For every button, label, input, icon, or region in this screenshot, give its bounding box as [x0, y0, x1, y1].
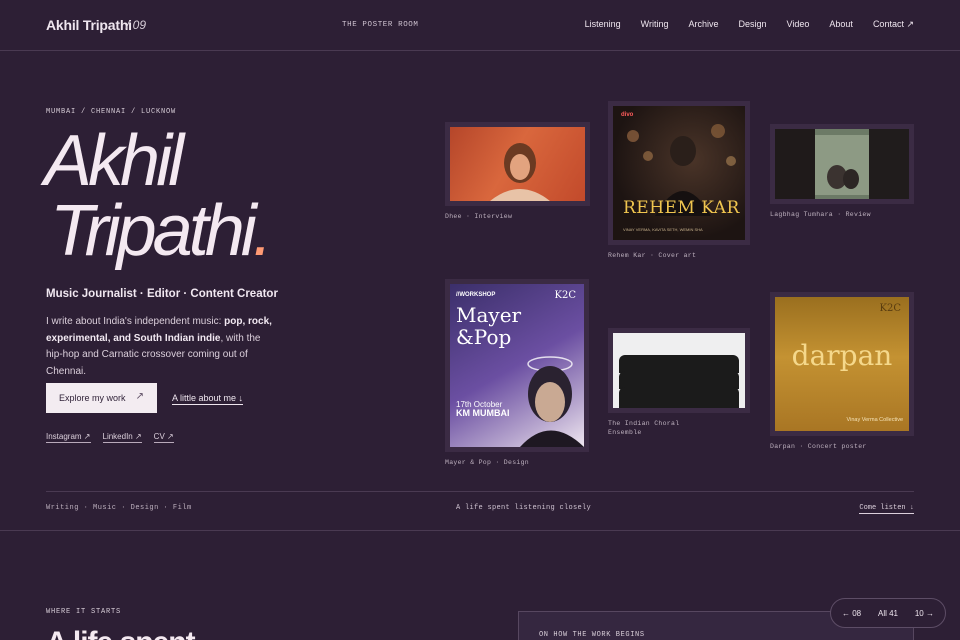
next-page-button[interactable]: 10 →	[915, 609, 934, 618]
nav-video[interactable]: Video	[787, 19, 810, 30]
portrait-illustration	[490, 143, 550, 201]
nav-about[interactable]: About	[829, 19, 853, 30]
poster-lagbhag-caption: Lagbhag Tumhara · Review	[770, 211, 871, 218]
nav-design[interactable]: Design	[739, 19, 767, 30]
hero-name-line1: Akhil	[44, 121, 184, 201]
mayer-pop-date: 17th October KM MUMBAI	[456, 400, 510, 418]
poster-lagbhag-tumhara[interactable]	[770, 124, 914, 204]
poster-choral-caption: The Indian Choral Ensemble	[608, 420, 680, 436]
choir-row-front	[619, 387, 739, 408]
poster-choral-ensemble-image	[613, 333, 745, 408]
arrow-up-right-icon: ↗	[135, 391, 144, 402]
poster-darpan[interactable]: K2C darpan Vinay Verma Collective	[770, 292, 914, 436]
poster-choral-ensemble[interactable]	[608, 328, 750, 413]
divider	[0, 530, 960, 531]
rehem-kar-title: REHEM KAR	[623, 198, 740, 218]
poster-dhee-caption: Dhee · Interview	[445, 213, 513, 220]
doorway-illustration	[815, 135, 869, 195]
hero-location: MUMBAI / CHENNAI / LUCKNOW	[46, 108, 177, 116]
section-eyebrow: WHERE IT STARTS	[46, 608, 122, 616]
hero-name-dot: .	[252, 191, 273, 271]
come-listen-link[interactable]: Come listen ↓	[859, 504, 914, 514]
brand-name[interactable]: Akhil Tripathi	[46, 17, 132, 33]
explore-work-button[interactable]: Explore my work ↗	[46, 383, 157, 413]
poster-pager: ← 08 All 41 10 →	[830, 598, 946, 628]
explore-work-label: Explore my work	[59, 393, 126, 403]
poster-mayer-caption: Mayer & Pop · Design	[445, 459, 530, 466]
panel-label: ON HOW THE WORK BEGINS	[539, 631, 645, 639]
poster-mayer-pop[interactable]: //WORKSHOP K2C Mayer &Pop 17th October K…	[445, 279, 589, 452]
divider	[46, 491, 914, 492]
poster-rehem-kar-image: divo REHEM KAR VINAY VERMA, KAVITA SETH,…	[613, 106, 745, 240]
nav-writing[interactable]: Writing	[641, 19, 669, 30]
hero-name: Akhil Tripathi.	[44, 125, 273, 267]
darpan-title: darpan	[791, 339, 893, 372]
poster-dhee[interactable]	[445, 122, 590, 206]
rehem-kar-credits: VINAY VERMA, KAVITA SETH, WEMIN SHA	[623, 227, 703, 232]
about-me-link[interactable]: A little about me ↓	[172, 393, 244, 405]
divo-logo: divo	[621, 112, 634, 118]
cv-link[interactable]: CV ↗	[153, 432, 174, 443]
poster-darpan-image: K2C darpan Vinay Verma Collective	[775, 297, 909, 431]
musician-portrait-illustration	[520, 356, 584, 447]
poster-lagbhag-tumhara-image	[775, 129, 909, 199]
k2c-logo-darpan: K2C	[879, 303, 901, 314]
strip-tagline: A life spent listening closely	[456, 504, 592, 512]
hero-name-line2-wrap: Tripathi.	[44, 195, 273, 267]
nav-listening[interactable]: Listening	[585, 19, 621, 30]
brand-number: / 09	[126, 18, 147, 32]
section-heading: A life spent	[46, 626, 196, 640]
instagram-link[interactable]: Instagram ↗	[46, 432, 91, 443]
linkedin-link[interactable]: LinkedIn ↗	[102, 432, 142, 443]
mayer-place-line: KM MUMBAI	[456, 408, 510, 418]
site-header: Akhil Tripathi / 09 THE POSTER ROOM List…	[0, 0, 960, 51]
poster-rehem-kar-caption: Rehem Kar · Cover art	[608, 252, 697, 259]
hero-bio: I write about India's independent music:…	[46, 314, 276, 380]
poster-dhee-image	[450, 127, 585, 201]
prev-page-button[interactable]: ← 08	[842, 609, 861, 618]
social-links: Instagram ↗ LinkedIn ↗ CV ↗	[46, 432, 174, 443]
poster-mayer-pop-image: //WORKSHOP K2C Mayer &Pop 17th October K…	[450, 284, 584, 447]
nav-archive[interactable]: Archive	[689, 19, 719, 30]
category-list: Writing · Music · Design · Film	[46, 504, 192, 512]
bio-prefix: I write about India's independent music:	[46, 316, 225, 327]
all-pages-button[interactable]: All 41	[878, 609, 898, 618]
hero-name-line2: Tripathi	[50, 191, 257, 271]
bokeh-illustration	[627, 124, 736, 216]
poster-darpan-caption: Darpan · Concert poster	[770, 443, 867, 450]
poster-rehem-kar[interactable]: divo REHEM KAR VINAY VERMA, KAVITA SETH,…	[608, 101, 750, 245]
hero-role: Music Journalist · Editor · Content Crea…	[46, 288, 278, 300]
nav-contact[interactable]: Contact ↗	[873, 19, 914, 30]
section-title: THE POSTER ROOM	[342, 21, 419, 29]
darpan-credit: Vinay Verma Collective	[846, 417, 903, 423]
main-nav: Listening Writing Archive Design Video A…	[585, 19, 914, 30]
